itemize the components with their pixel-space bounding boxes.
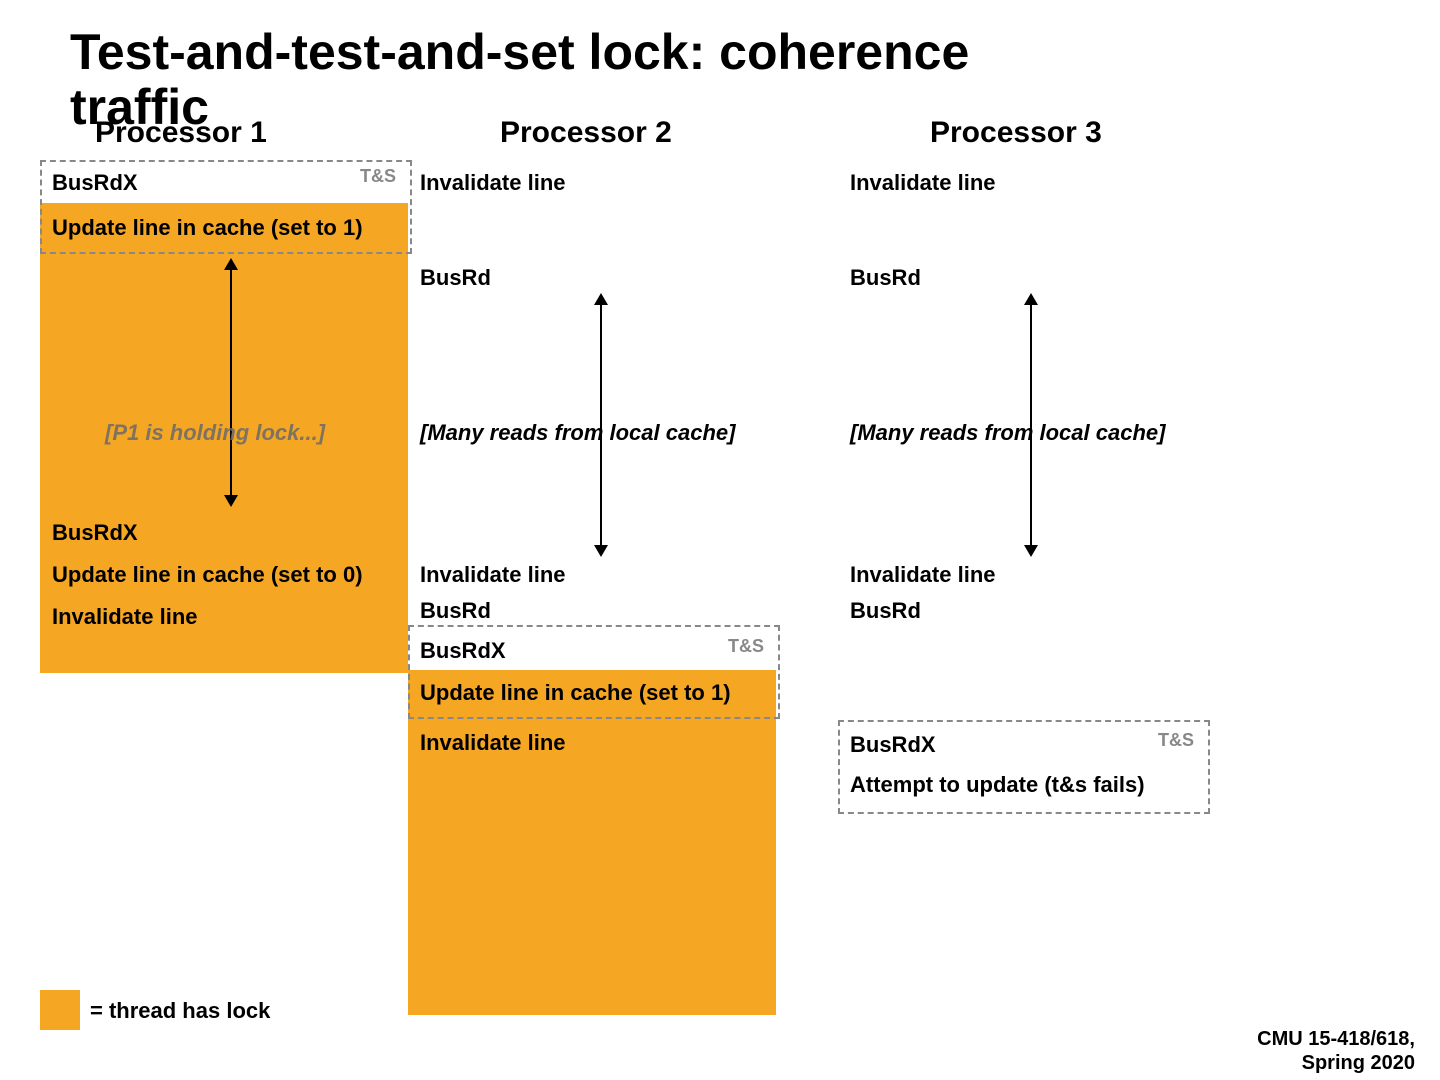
p2-invalidate-2: Invalidate line <box>420 562 566 588</box>
p3-invalidate-1: Invalidate line <box>850 170 996 196</box>
p3-invalidate-2: Invalidate line <box>850 562 996 588</box>
col-header-p3: Processor 3 <box>930 116 1102 150</box>
p2-busrdx: BusRdX <box>420 638 506 664</box>
p2-invalidate-1: Invalidate line <box>420 170 566 196</box>
footer: CMU 15-418/618, Spring 2020 <box>1257 1027 1415 1075</box>
arrow-p1 <box>230 260 232 505</box>
p3-busrd-1: BusRd <box>850 265 921 291</box>
footer-term: Spring 2020 <box>1257 1051 1415 1075</box>
p1-busrdx-2: BusRdX <box>52 520 138 546</box>
p1-holding-note: [P1 is holding lock...] <box>105 420 325 446</box>
arrow-p2 <box>600 295 602 555</box>
p1-busrdx-1: BusRdX <box>52 170 138 196</box>
legend-text: = thread has lock <box>90 998 270 1024</box>
col-header-p1: Processor 1 <box>95 116 267 150</box>
p1-update-0: Update line in cache (set to 0) <box>52 562 363 588</box>
col-header-p2: Processor 2 <box>500 116 672 150</box>
p2-busrd-2: BusRd <box>420 598 491 624</box>
p2-update-1: Update line in cache (set to 1) <box>420 680 731 706</box>
p1-ts-label: T&S <box>360 166 396 187</box>
p3-busrd-2: BusRd <box>850 598 921 624</box>
p1-update-1: Update line in cache (set to 1) <box>52 215 363 241</box>
p2-ts-label: T&S <box>728 636 764 657</box>
p3-reads-note: [Many reads from local cache] <box>850 420 1165 446</box>
p3-busrdx: BusRdX <box>850 732 936 758</box>
footer-course: CMU 15-418/618, <box>1257 1027 1415 1051</box>
p2-busrd-1: BusRd <box>420 265 491 291</box>
p1-invalidate: Invalidate line <box>52 604 198 630</box>
arrow-p3 <box>1030 295 1032 555</box>
p3-fail: Attempt to update (t&s fails) <box>850 772 1145 798</box>
lock-held-p2 <box>408 670 776 1015</box>
legend-swatch <box>40 990 80 1030</box>
p3-ts-label: T&S <box>1158 730 1194 751</box>
p2-reads-note: [Many reads from local cache] <box>420 420 735 446</box>
p2-invalidate-3: Invalidate line <box>420 730 566 756</box>
slide: Test-and-test-and-set lock: coherence tr… <box>0 0 1440 1080</box>
